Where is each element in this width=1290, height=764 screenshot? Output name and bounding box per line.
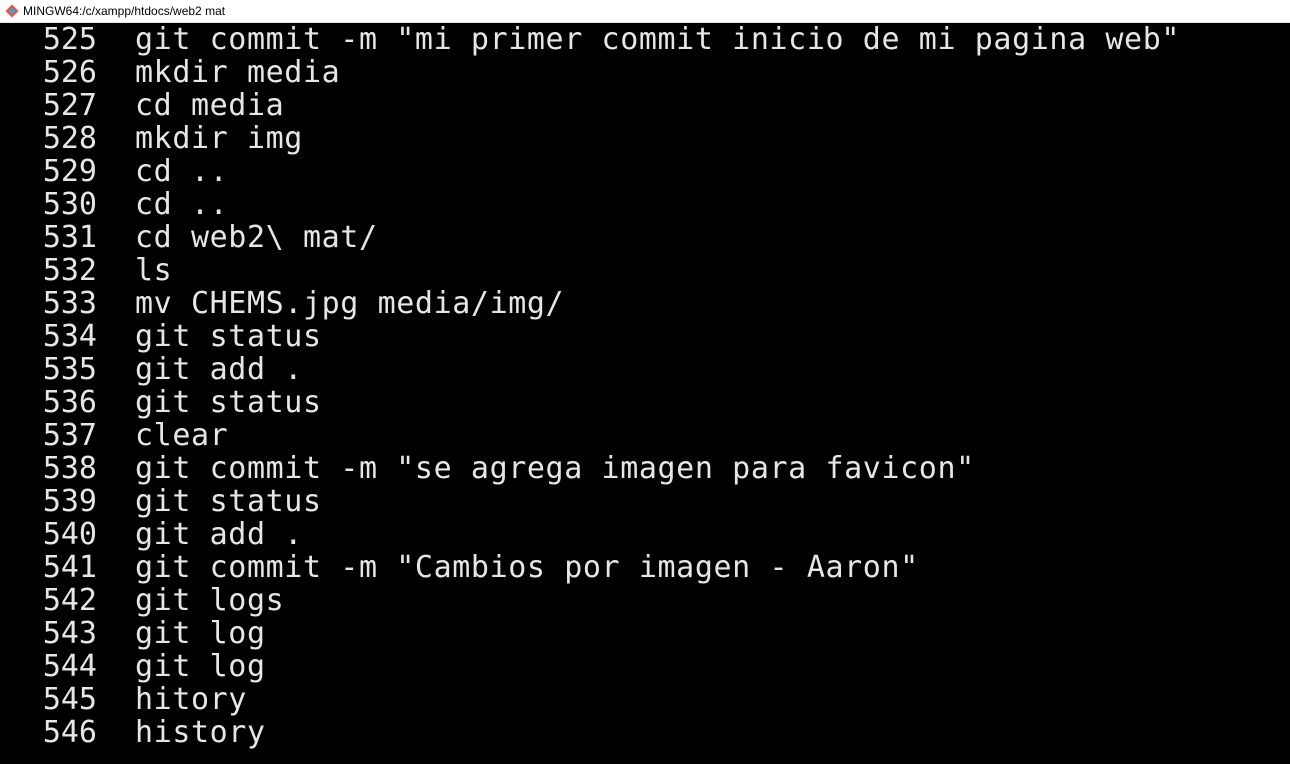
history-line-command: git commit -m "Cambios por imagen - Aaro… [135, 550, 919, 585]
history-line: 526 mkdir media [0, 56, 1290, 89]
history-line-command: mv CHEMS.jpg media/img/ [135, 286, 565, 321]
history-line-number: 535 [42, 352, 97, 387]
history-line: 545 hitory [0, 683, 1290, 716]
history-line-command: mkdir media [135, 55, 341, 90]
history-line-command: history [135, 715, 266, 750]
history-line-number: 527 [42, 88, 97, 123]
history-line-command: git add . [135, 352, 303, 387]
history-line-command: git log [135, 616, 266, 651]
history-line-command: hitory [135, 682, 247, 717]
history-line: 539 git status [0, 485, 1290, 518]
history-line: 527 cd media [0, 89, 1290, 122]
history-line: 538 git commit -m "se agrega imagen para … [0, 452, 1290, 485]
history-line: 533 mv CHEMS.jpg media/img/ [0, 287, 1290, 320]
history-line-number: 542 [42, 583, 97, 618]
history-line-number: 538 [42, 451, 97, 486]
history-line: 529 cd .. [0, 155, 1290, 188]
title-bar[interactable]: MINGW64:/c/xampp/htdocs/web2 mat [0, 0, 1290, 23]
history-line-command: git status [135, 319, 322, 354]
history-line-command: git status [135, 385, 322, 420]
history-line: 537 clear [0, 419, 1290, 452]
history-line-number: 541 [42, 550, 97, 585]
history-line-number: 543 [42, 616, 97, 651]
window-title: MINGW64:/c/xampp/htdocs/web2 mat [23, 4, 226, 18]
history-line-command: git commit -m "mi primer commit inicio d… [135, 22, 1181, 57]
history-line-number: 532 [42, 253, 97, 288]
history-line-number: 544 [42, 649, 97, 684]
history-line-number: 537 [42, 418, 97, 453]
history-line-command: git add . [135, 517, 303, 552]
history-line-command: git commit -m "se agrega imagen para fav… [135, 451, 975, 486]
history-line: 543 git log [0, 617, 1290, 650]
history-line: 544 git log [0, 650, 1290, 683]
history-list: 525 git commit -m "mi primer commit inici… [0, 23, 1290, 749]
history-line-command: git logs [135, 583, 285, 618]
history-line: 532 ls [0, 254, 1290, 287]
history-line-command: cd web2\ mat/ [135, 220, 378, 255]
history-line: 531 cd web2\ mat/ [0, 221, 1290, 254]
history-line-number: 546 [42, 715, 97, 750]
history-line-number: 534 [42, 319, 97, 354]
terminal-output[interactable]: 525 git commit -m "mi primer commit inici… [0, 23, 1290, 764]
history-line-number: 533 [42, 286, 97, 321]
history-line: 542 git logs [0, 584, 1290, 617]
history-line: 540 git add . [0, 518, 1290, 551]
history-line-number: 528 [42, 121, 97, 156]
history-line-command: cd .. [135, 187, 229, 222]
history-line-number: 545 [42, 682, 97, 717]
history-line-command: cd media [135, 88, 285, 123]
history-line-number: 525 [42, 22, 97, 57]
history-line: 536 git status [0, 386, 1290, 419]
history-line-number: 531 [42, 220, 97, 255]
history-line-command: mkdir img [135, 121, 303, 156]
history-line-command: cd .. [135, 154, 229, 189]
history-line-number: 536 [42, 385, 97, 420]
history-line: 528 mkdir img [0, 122, 1290, 155]
git-bash-icon [4, 3, 20, 19]
terminal-window: MINGW64:/c/xampp/htdocs/web2 mat 525 git … [0, 0, 1290, 764]
history-line-command: git status [135, 484, 322, 519]
history-line-number: 540 [42, 517, 97, 552]
history-line: 534 git status [0, 320, 1290, 353]
history-line-number: 539 [42, 484, 97, 519]
history-line-number: 526 [42, 55, 97, 90]
history-line-number: 530 [42, 187, 97, 222]
history-line: 525 git commit -m "mi primer commit inici… [0, 23, 1290, 56]
history-line-number: 529 [42, 154, 97, 189]
history-line: 546 history [0, 716, 1290, 749]
history-line-command: git log [135, 649, 266, 684]
history-line-command: ls [135, 253, 173, 288]
history-line-command: clear [135, 418, 229, 453]
history-line: 541 git commit -m "Cambios por imagen - A… [0, 551, 1290, 584]
history-line: 535 git add . [0, 353, 1290, 386]
history-line: 530 cd .. [0, 188, 1290, 221]
